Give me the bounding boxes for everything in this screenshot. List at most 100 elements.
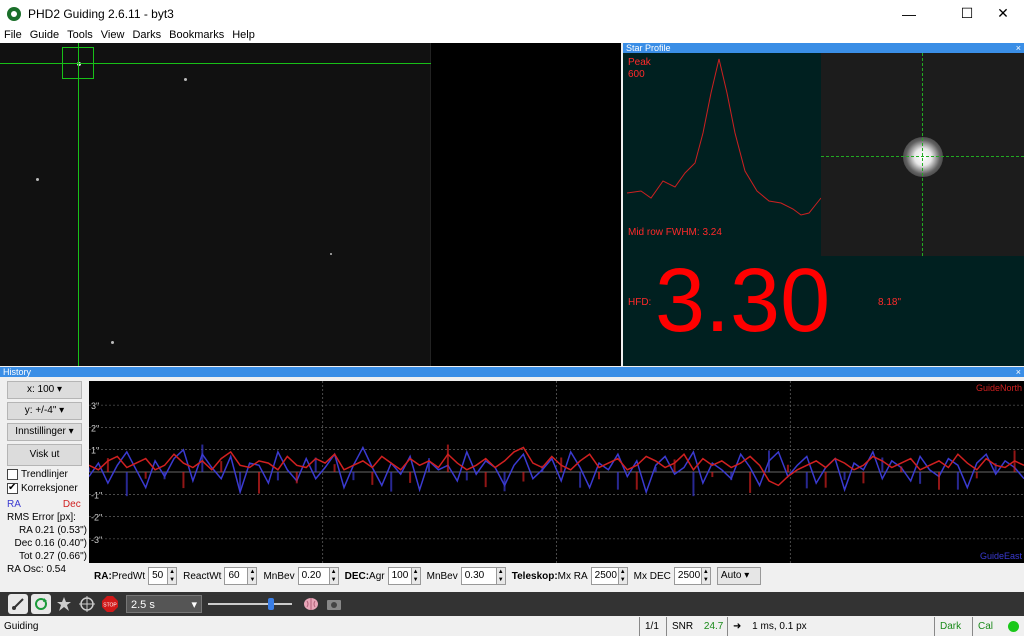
y-scale-button[interactable]: y: +/-4" ▾: [7, 402, 82, 420]
legend-dec: Dec: [62, 499, 81, 510]
minimize-button[interactable]: —: [886, 0, 932, 27]
guide-east-label: GuideEast: [980, 551, 1023, 561]
background-star: [330, 253, 332, 255]
menu-view[interactable]: View: [97, 29, 129, 41]
y-scale-label: y: +/-4": [24, 405, 57, 416]
ra-mnbev-spinner[interactable]: ▲ ▼: [329, 567, 339, 585]
guide-pulse-cell: ➜ 1 ms, 0.1 px: [727, 617, 829, 636]
agr-input[interactable]: 100: [387, 567, 412, 585]
y-tick-label: -3": [91, 535, 102, 545]
ra-section-label: RA:: [94, 570, 112, 582]
gamma-slider-track[interactable]: [208, 603, 292, 605]
background-star: [111, 341, 114, 344]
trend-lines-checkbox[interactable]: Trendlinjer: [7, 469, 89, 480]
frame-counter: 1/1: [639, 617, 665, 636]
predwt-input[interactable]: 50: [148, 567, 169, 585]
rms-header: RMS Error [px]:: [7, 512, 76, 523]
mxra-spinner[interactable]: ▲ ▼: [618, 567, 628, 585]
snr-label: SNR: [672, 621, 694, 632]
mxdec-spinner[interactable]: ▲ ▼: [701, 567, 711, 585]
dec-section-label: DEC:: [344, 570, 370, 582]
gamma-slider-thumb[interactable]: [268, 598, 274, 610]
corrections-box[interactable]: [7, 482, 18, 494]
mxdec-input[interactable]: 2500: [673, 567, 702, 585]
corrections-label: Korreksjoner: [21, 483, 78, 494]
auto-select-star-icon[interactable]: [54, 594, 74, 614]
trend-lines-label: Trendlinjer: [21, 469, 68, 480]
history-graph[interactable]: 3" 2" 1" -1" -2" -3" GuideNorth GuideEast: [88, 381, 1024, 563]
agr-spinner[interactable]: ▲ ▼: [411, 567, 421, 585]
settings-button[interactable]: Innstillinger ▾: [7, 423, 82, 441]
legend-ra: RA: [7, 499, 21, 510]
exposure-select[interactable]: 2.5 s ▾: [126, 595, 202, 613]
background-star: [36, 178, 39, 181]
rms-dec: Dec 0.16 (0.40"): [14, 538, 87, 549]
predwt-spinner[interactable]: ▲ ▼: [168, 567, 178, 585]
rms-ra: RA 0.21 (0.53"): [18, 525, 87, 536]
fwhm-readout: Mid row FWHM: 3.24: [628, 227, 722, 238]
guide-pulse: 1 ms, 0.1 px: [752, 621, 807, 632]
history-close-button[interactable]: ×: [1016, 367, 1021, 377]
y-tick-label: 1": [91, 446, 99, 456]
star-profile-title-text: Star Profile: [626, 43, 671, 53]
camera-view[interactable]: [0, 43, 621, 366]
ra-mnbev-label: MnBev: [263, 570, 295, 582]
guide-north-label: GuideNorth: [976, 383, 1022, 393]
history-graph-svg: 3" 2" 1" -1" -2" -3" GuideNorth GuideEast: [88, 381, 1024, 563]
status-message: Guiding: [4, 621, 39, 632]
x-scale-button[interactable]: x: 100 ▾: [7, 381, 82, 399]
star-zoom-image: [821, 53, 1024, 256]
snr-cell: SNR 24.7: [666, 617, 726, 636]
hfd-label: HFD:: [628, 297, 652, 308]
rms-tot: Tot 0.27 (0.66"): [18, 551, 87, 562]
close-button[interactable]: ✕: [980, 0, 1024, 27]
hfd-value: 3.30: [655, 251, 831, 351]
mxdec-label: Mx DEC: [633, 570, 671, 582]
dec-mnbev-spinner[interactable]: ▲ ▼: [496, 567, 506, 585]
brain-icon[interactable]: [301, 594, 321, 614]
guide-crosshair-icon[interactable]: [77, 594, 97, 614]
history-title: History ×: [0, 367, 1024, 377]
corrections-checkbox[interactable]: Korreksjoner: [7, 482, 89, 494]
menu-guide[interactable]: Guide: [26, 29, 63, 41]
trend-lines-box[interactable]: [7, 469, 18, 480]
profile-curve: [626, 58, 821, 216]
y-tick-label: 2": [91, 423, 99, 433]
history-panel: History × x: 100 ▾ y: +/-4" ▾ Innstillin…: [0, 367, 1024, 590]
mxra-input[interactable]: 2500: [590, 567, 619, 585]
arrow-right-icon: ➜: [733, 621, 742, 632]
dark-indicator: Dark: [934, 617, 970, 636]
chevron-down-icon: ▾: [191, 599, 197, 611]
star-profile-close-button[interactable]: ×: [1016, 43, 1021, 53]
dec-mode-select[interactable]: Auto ▾: [716, 567, 761, 585]
clear-button[interactable]: Visk ut: [7, 444, 82, 466]
phd2-app-icon: [7, 6, 21, 21]
crosshair-vertical: [78, 43, 79, 366]
loop-icon[interactable]: [31, 594, 51, 614]
window-title: PHD2 Guiding 2.6.11 - byt3: [28, 6, 174, 21]
menu-file[interactable]: File: [0, 29, 26, 41]
menu-bookmarks[interactable]: Bookmarks: [165, 29, 228, 41]
y-tick-label: -1": [91, 490, 102, 500]
stop-icon[interactable]: STOP: [100, 594, 120, 614]
dec-mode-value: Auto: [720, 570, 742, 581]
title-bar: PHD2 Guiding 2.6.11 - byt3 — ☐ ✕: [0, 0, 1024, 27]
mxra-label: Mx RA: [557, 570, 588, 582]
camera-capture-icon[interactable]: [324, 594, 344, 614]
history-controls: x: 100 ▾ y: +/-4" ▾ Innstillinger ▾ Visk…: [7, 381, 89, 494]
reactwt-input[interactable]: 60: [224, 567, 249, 585]
star-profile-title: Star Profile ×: [623, 43, 1024, 53]
dec-mnbev-input[interactable]: 0.30: [460, 567, 497, 585]
y-tick-label: 3": [91, 401, 99, 411]
menu-help[interactable]: Help: [228, 29, 259, 41]
telescope-section-label: Teleskop:: [511, 570, 558, 582]
camera-frame[interactable]: [0, 43, 431, 366]
star-glow: [903, 137, 943, 177]
settings-label: Innstillinger: [15, 426, 66, 437]
reactwt-spinner[interactable]: ▲ ▼: [248, 567, 258, 585]
usb-icon[interactable]: [8, 594, 28, 614]
history-title-text: History: [3, 367, 32, 377]
menu-tools[interactable]: Tools: [63, 29, 97, 41]
menu-darks[interactable]: Darks: [128, 29, 165, 41]
ra-mnbev-input[interactable]: 0.20: [297, 567, 330, 585]
